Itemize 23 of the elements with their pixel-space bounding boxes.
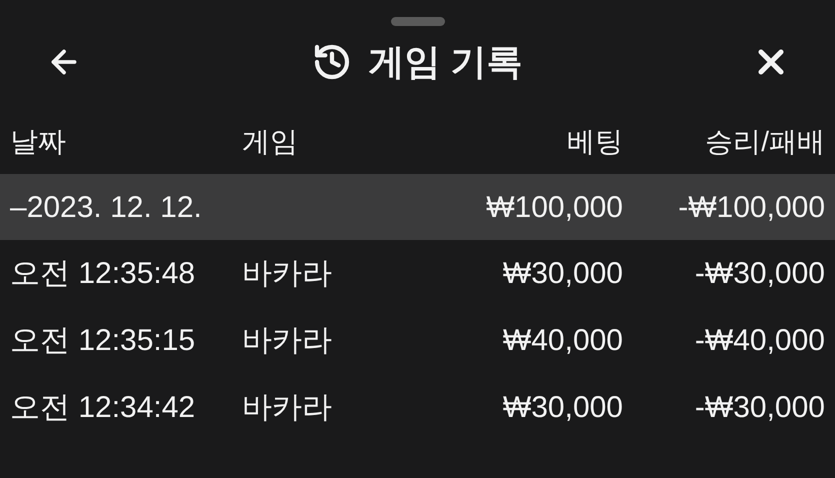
bet-total: ₩100,000 <box>486 190 623 226</box>
drag-handle[interactable] <box>390 17 444 26</box>
bet-cell-text: ₩30,000 <box>502 390 623 426</box>
time-cell-text: 오전 12:35:15 <box>10 323 196 359</box>
bet-cell-text: ₩30,000 <box>502 256 623 292</box>
column-header: 게임 <box>242 125 299 159</box>
result-total: -₩100,000 <box>678 190 825 226</box>
bet-cell-text: ₩40,000 <box>502 323 623 359</box>
game-cell-text: 바카라 <box>242 323 333 359</box>
time-cell-text: 오전 12:34:42 <box>10 390 196 426</box>
game-cell-text: 바카라 <box>242 256 333 292</box>
date-group-row[interactable]: –2023. 12. 12. ₩100,000 -₩100,000 <box>0 174 835 240</box>
result-cell-text: -₩40,000 <box>694 323 825 359</box>
collapse-toggle[interactable]: – <box>10 184 27 230</box>
column-header: 날짜 <box>10 125 67 159</box>
game-cell-text: 바카라 <box>242 390 333 426</box>
time-cell-text: 오전 12:35:48 <box>10 256 196 292</box>
column-header: 베팅 <box>567 125 623 159</box>
column-header: 승리/패배 <box>705 125 825 159</box>
group-date: 2023. 12. 12. <box>26 190 202 226</box>
result-cell-text: -₩30,000 <box>694 256 825 292</box>
result-cell-text: -₩30,000 <box>694 390 825 426</box>
window-title: 게임 기록 <box>368 40 522 84</box>
